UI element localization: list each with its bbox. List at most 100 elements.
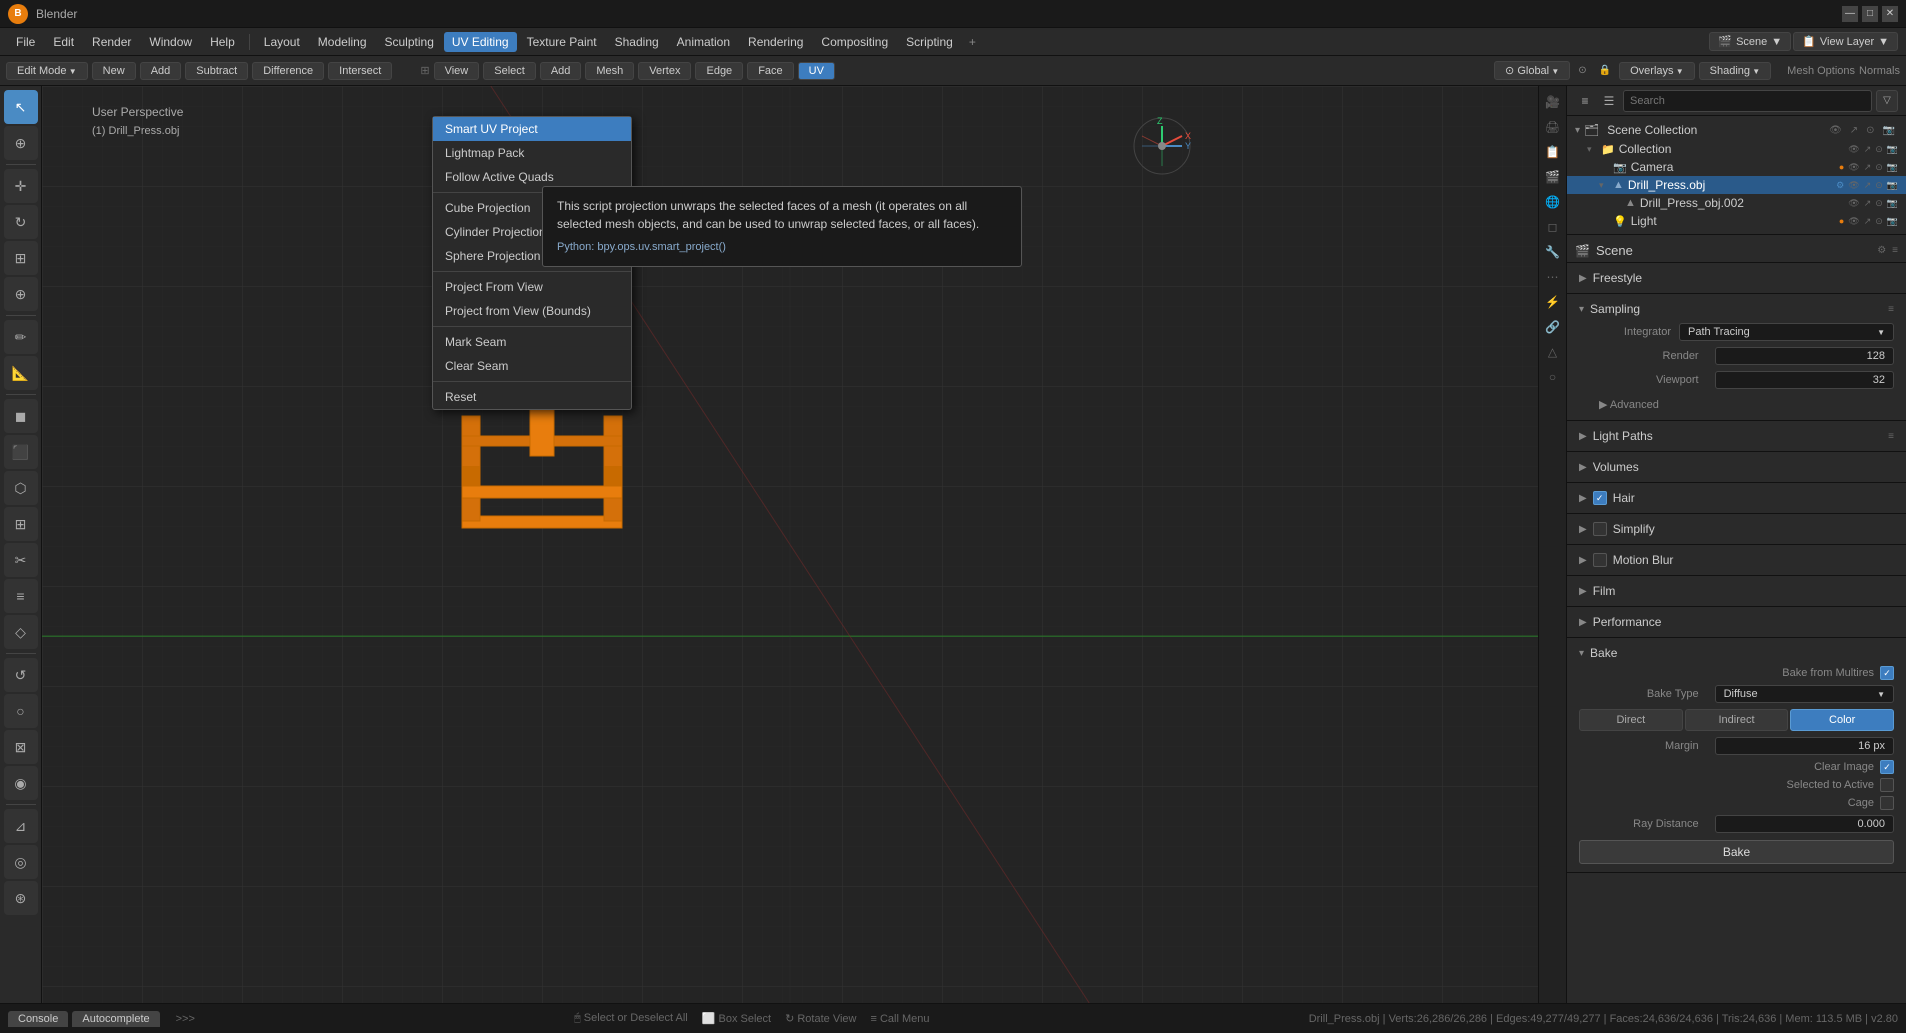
annotate-tool[interactable]: ✏ <box>4 320 38 354</box>
hair-header[interactable]: ▶ ✓ Hair <box>1567 487 1906 509</box>
clear-image-checkbox[interactable]: ✓ <box>1880 760 1894 774</box>
bisect-tool[interactable]: ≡ <box>4 579 38 613</box>
menu-render[interactable]: Render <box>84 32 139 52</box>
edit-mode-dropdown[interactable]: Edit Mode <box>6 62 88 80</box>
maximize-button[interactable]: □ <box>1862 6 1878 22</box>
output-props-icon[interactable]: 🖨 <box>1541 115 1565 139</box>
mesh-menu-btn[interactable]: Mesh <box>585 62 634 80</box>
loop-cut-tool[interactable]: ⊞ <box>4 507 38 541</box>
exclude-btn[interactable]: 👁 <box>1826 124 1845 137</box>
particles-props-icon[interactable]: ⋯ <box>1541 265 1565 289</box>
motion-blur-checkbox[interactable] <box>1593 553 1607 567</box>
subtract-button[interactable]: Subtract <box>185 62 248 80</box>
new-button[interactable]: New <box>92 62 136 80</box>
light-item[interactable]: 💡 Light ● 👁 ↗ ⊙ 📷 <box>1567 212 1906 230</box>
view-layer-selector[interactable]: 📋View Layer▼ <box>1793 32 1898 51</box>
select-menu-btn[interactable]: Select <box>483 62 536 80</box>
measure-tool[interactable]: 📐 <box>4 356 38 390</box>
drill-press-item[interactable]: ▾ ▲ Drill_Press.obj ⚙ 👁 ↗ ⊙ 📷 <box>1567 176 1906 194</box>
shading-dropdown[interactable]: Shading <box>1699 62 1772 80</box>
modifier-props-icon[interactable]: 🔧 <box>1541 240 1565 264</box>
pivot-point-dropdown[interactable]: ⊙ Global <box>1494 61 1570 80</box>
outliner-toggle[interactable]: ≡ <box>1575 91 1595 111</box>
viewport-3d[interactable]: User Perspective (1) Drill_Press.obj X Y… <box>42 86 1538 1003</box>
intersect-button[interactable]: Intersect <box>328 62 392 80</box>
view-layer-props-icon[interactable]: 📋 <box>1541 140 1565 164</box>
scene-settings-btn[interactable]: ⚙ <box>1877 245 1886 256</box>
project-from-view-item[interactable]: Project From View <box>433 275 631 299</box>
toggle-n-panel[interactable]: ⊞ <box>420 64 429 77</box>
menu-file[interactable]: File <box>8 32 43 52</box>
viewport-value[interactable]: 32 <box>1715 371 1894 389</box>
scale-tool[interactable]: ⊞ <box>4 241 38 275</box>
physics-props-icon[interactable]: ⚡ <box>1541 290 1565 314</box>
ray-distance-value[interactable]: 0.000 <box>1715 815 1894 833</box>
selected-to-active-checkbox[interactable] <box>1880 778 1894 792</box>
outliner-display-mode[interactable]: ☰ <box>1599 91 1619 111</box>
tab-texture-paint[interactable]: Texture Paint <box>519 32 605 52</box>
bevel-tool[interactable]: ⬡ <box>4 471 38 505</box>
film-header[interactable]: ▶ Film <box>1567 580 1906 602</box>
cage-checkbox[interactable] <box>1880 796 1894 810</box>
clear-seam-item[interactable]: Clear Seam <box>433 354 631 378</box>
add-menu-btn[interactable]: Add <box>540 62 582 80</box>
select-tool[interactable]: ↖ <box>4 90 38 124</box>
tab-animation[interactable]: Animation <box>669 32 738 52</box>
color-mode-btn[interactable]: Color <box>1790 709 1894 731</box>
snap-btn[interactable]: 🔒 <box>1595 63 1615 78</box>
uv-menu-btn[interactable]: UV <box>798 62 835 80</box>
tab-scripting[interactable]: Scripting <box>898 32 961 52</box>
light-paths-menu-btn[interactable]: ≡ <box>1888 431 1894 442</box>
view-menu-btn[interactable]: View <box>434 62 480 80</box>
inset-tool[interactable]: ⬛ <box>4 435 38 469</box>
constraints-props-icon[interactable]: 🔗 <box>1541 315 1565 339</box>
bake-button[interactable]: Bake <box>1579 840 1894 864</box>
tab-sculpting[interactable]: Sculpting <box>377 32 442 52</box>
warp-tool[interactable]: ⊛ <box>4 881 38 915</box>
extrude-tool[interactable]: ◼ <box>4 399 38 433</box>
move-tool[interactable]: ✛ <box>4 169 38 203</box>
margin-value[interactable]: 16 px <box>1715 737 1894 755</box>
shrink-tool[interactable]: ◉ <box>4 766 38 800</box>
tab-uv-editing[interactable]: UV Editing <box>444 32 517 52</box>
add-workspace-button[interactable]: + <box>963 32 982 52</box>
simplify-checkbox[interactable] <box>1593 522 1607 536</box>
select-btn[interactable]: ↗ <box>1847 124 1861 137</box>
tab-compositing[interactable]: Compositing <box>813 32 896 52</box>
overlays-dropdown[interactable]: Overlays <box>1619 62 1695 80</box>
scene-props-icon[interactable]: 🎬 <box>1541 165 1565 189</box>
transform-tool[interactable]: ⊕ <box>4 277 38 311</box>
scene-collection-header[interactable]: ▾ 🗂 Scene Collection 👁 ↗ ⊙ 📷 <box>1567 120 1906 140</box>
menu-help[interactable]: Help <box>202 32 243 52</box>
tab-modeling[interactable]: Modeling <box>310 32 375 52</box>
difference-button[interactable]: Difference <box>252 62 324 80</box>
advanced-toggle[interactable]: ▶ Advanced <box>1591 398 1659 411</box>
light-paths-header[interactable]: ▶ Light Paths ≡ <box>1567 425 1906 447</box>
hair-checkbox[interactable]: ✓ <box>1593 491 1607 505</box>
shear-tool[interactable]: ⊿ <box>4 809 38 843</box>
smart-uv-project-item[interactable]: Smart UV Project <box>433 117 631 141</box>
add-button[interactable]: Add <box>140 62 182 80</box>
drill-press-002-item[interactable]: ▲ Drill_Press_obj.002 👁 ↗ ⊙ 📷 <box>1567 194 1906 212</box>
disable-render-btn[interactable]: 📷 <box>1880 124 1898 137</box>
indirect-mode-btn[interactable]: Indirect <box>1685 709 1789 731</box>
material-props-icon[interactable]: ○ <box>1541 365 1565 389</box>
autocomplete-tab[interactable]: Autocomplete <box>72 1011 159 1027</box>
mark-seam-item[interactable]: Mark Seam <box>433 330 631 354</box>
direct-mode-btn[interactable]: Direct <box>1579 709 1683 731</box>
to-sphere-tool[interactable]: ◎ <box>4 845 38 879</box>
world-props-icon[interactable]: 🌐 <box>1541 190 1565 214</box>
render-props-icon[interactable]: 🎥 <box>1541 90 1565 114</box>
spin-tool[interactable]: ↺ <box>4 658 38 692</box>
collection-item[interactable]: ▾ 📁 Collection 👁 ↗ ⊙ 📷 <box>1567 140 1906 158</box>
object-props-icon[interactable]: ◻ <box>1541 215 1565 239</box>
smooth-tool[interactable]: ○ <box>4 694 38 728</box>
poly-build-tool[interactable]: ◇ <box>4 615 38 649</box>
hide-btn[interactable]: ⊙ <box>1863 124 1877 137</box>
project-from-view-bounds-item[interactable]: Project from View (Bounds) <box>433 299 631 323</box>
outliner-search[interactable] <box>1623 90 1872 112</box>
tab-shading[interactable]: Shading <box>607 32 667 52</box>
cursor-tool[interactable]: ⊕ <box>4 126 38 160</box>
proportional-editing-btn[interactable]: ⊙ <box>1574 63 1590 78</box>
bake-header[interactable]: ▾ Bake <box>1567 642 1906 664</box>
